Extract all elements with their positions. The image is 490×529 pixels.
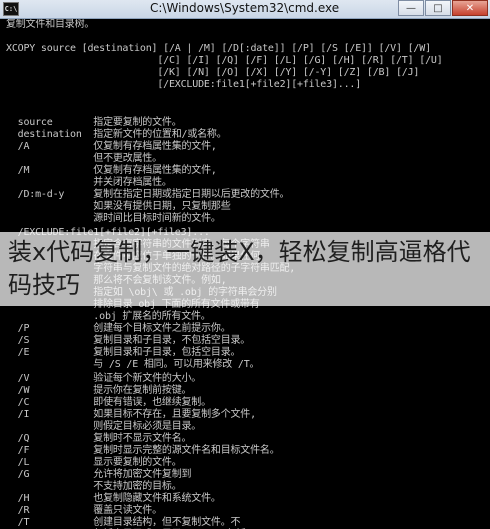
console-line: destination 指定新文件的位置和/或名称。: [6, 129, 227, 140]
window-controls: — □ ✕: [397, 0, 488, 16]
maximize-button[interactable]: □: [425, 0, 451, 16]
console-line: /V 验证每个新文件的大小。: [6, 373, 202, 384]
console-line: [/K] [/N] [/O] [/X] [/Y] [/-Y] [/Z] [/B]…: [6, 67, 420, 78]
console-line: 并关闭存档属性。: [6, 177, 172, 188]
console-line: /T 创建目录结构，但不复制文件。不: [6, 517, 241, 528]
console-line: /L 显示要复制的文件。: [6, 457, 182, 468]
console-line: [/C] [/I] [/Q] [/F] [/L] [/G] [/H] [/R] …: [6, 55, 443, 66]
close-button[interactable]: ✕: [452, 0, 488, 16]
console-line: /M 仅复制有存档属性集的文件,: [6, 165, 217, 176]
console-line: /G 允许将加密文件复制到: [6, 469, 192, 480]
console-line: /W 提示你在复制前按键。: [6, 385, 192, 396]
console-line: /H 也复制隐藏文件和系统文件。: [6, 493, 221, 504]
console-line: [/EXCLUDE:file1[+file2][+file3]...]: [6, 79, 362, 90]
console-line: /D:m-d-y 复制在指定日期或指定日期以后更改的文件。: [6, 189, 290, 200]
console-line: /Q 复制时不显示文件名。: [6, 433, 192, 444]
console-line: 如果没有提供日期，只复制那些: [6, 201, 231, 212]
cmd-icon: C:\: [3, 2, 19, 16]
caption-text: 装x代码复制，一键装X，轻松复制高逼格代码技巧: [8, 238, 471, 299]
console-line: 则假定目标必须是目录。: [6, 421, 202, 432]
console-line: /F 复制时显示完整的源文件名和目标文件名。: [6, 445, 280, 456]
minimize-button[interactable]: —: [398, 0, 424, 16]
console-line: 复制文件和目录树。: [6, 19, 95, 30]
console-line: /R 覆盖只读文件。: [6, 505, 162, 516]
console-line: /S 复制目录和子目录，不包括空目录。: [6, 335, 251, 346]
console-line: /C 即使有错误，也继续复制。: [6, 397, 211, 408]
console-line: /I 如果目标不存在，且要复制多个文件,: [6, 409, 256, 420]
console-line: 与 /S /E 相同。可以用来修改 /T。: [6, 359, 260, 370]
console-line: .obj 扩展名的所有文件。: [6, 311, 211, 322]
console-line: /P 创建每个目标文件之前提示你。: [6, 323, 231, 334]
console-line: XCOPY source [destination] [/A | /M] [/D…: [6, 43, 431, 54]
console-line: 不支持加密的目标。: [6, 481, 182, 492]
console-line: 但不更改属性。: [6, 153, 162, 164]
window-title: C:\Windows\System32\cmd.exe: [150, 1, 340, 15]
console-line: source 指定要复制的文件。: [6, 117, 182, 128]
console-line: /E 复制目录和子目录，包括空目录。: [6, 347, 241, 358]
title-bar[interactable]: C:\ C:\Windows\System32\cmd.exe — □ ✕: [0, 0, 490, 19]
cmd-window: C:\ C:\Windows\System32\cmd.exe — □ ✕ 复制…: [0, 0, 490, 529]
console-line: 源时间比目标时间新的文件。: [6, 213, 221, 224]
console-line: /A 仅复制有存档属性集的文件,: [6, 141, 217, 152]
